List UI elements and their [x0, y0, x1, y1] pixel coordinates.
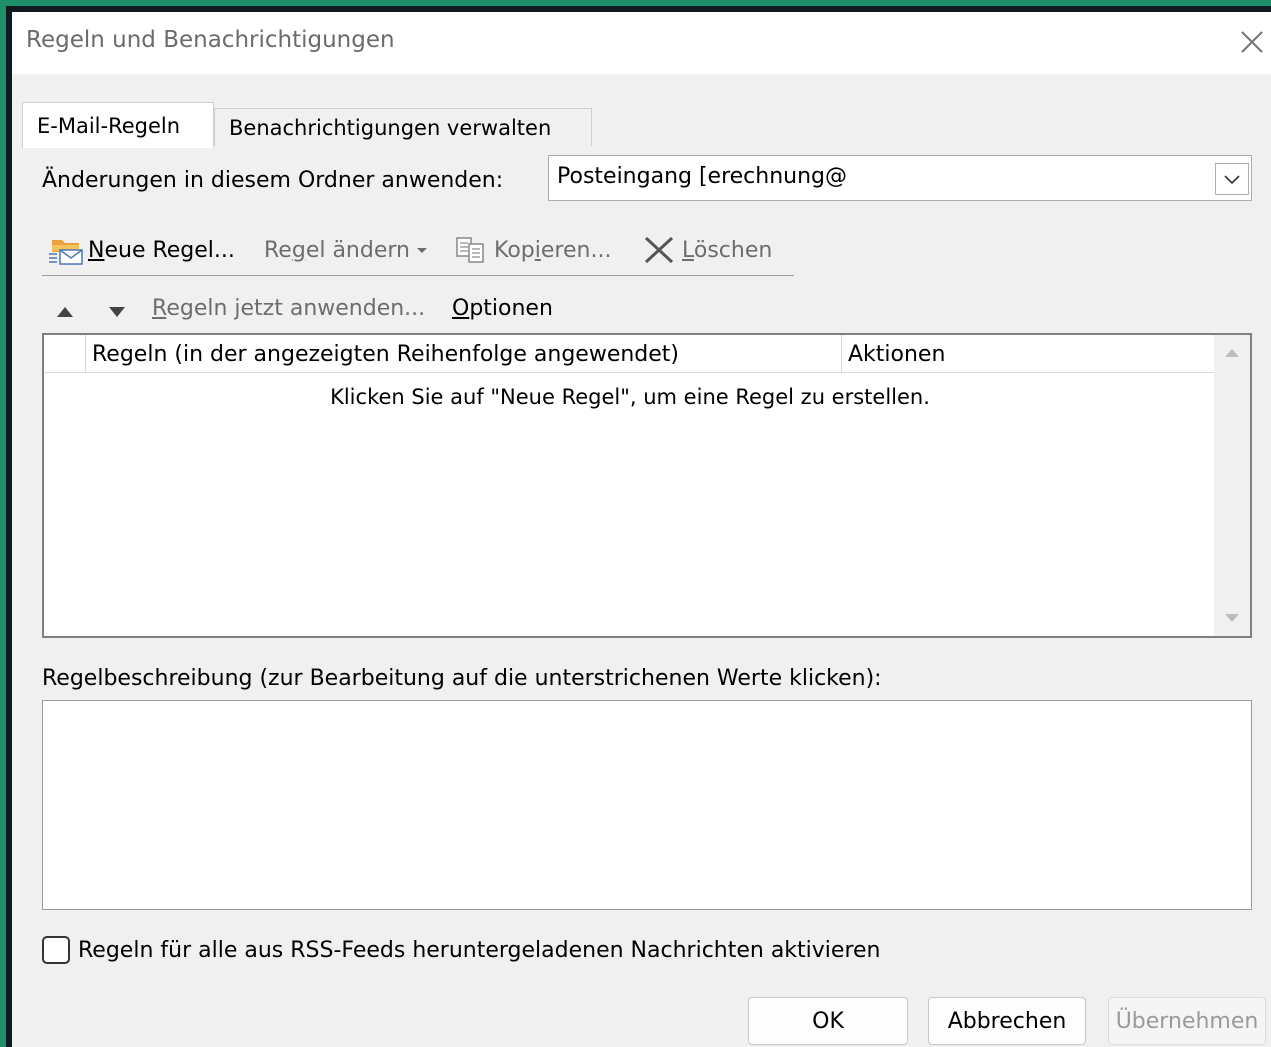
chevron-down-icon — [1224, 175, 1240, 185]
rules-dialog: Regeln und Benachrichtigungen Benachrich… — [12, 12, 1271, 1047]
copy-button[interactable]: Kopieren... — [454, 232, 611, 268]
delete-button[interactable]: Löschen — [642, 232, 772, 268]
rules-list-header: Regeln (in der angezeigten Reihenfolge a… — [44, 335, 1216, 373]
triangle-down-icon — [109, 307, 125, 317]
change-rule-label: Regel ändern — [264, 237, 410, 263]
folder-dropdown[interactable]: Posteingang [erechnung@ — [548, 155, 1252, 201]
rss-rules-option[interactable]: Regeln für alle aus RSS-Feeds herunterge… — [42, 934, 881, 966]
scroll-up-button[interactable] — [1214, 335, 1250, 371]
title-bar: Regeln und Benachrichtigungen — [12, 12, 1271, 74]
close-icon — [1241, 31, 1263, 53]
triangle-up-icon — [1225, 349, 1239, 357]
rss-rules-label: Regeln für alle aus RSS-Feeds herunterge… — [78, 937, 881, 963]
copy-label: Kopieren... — [494, 237, 612, 263]
ok-button[interactable]: OK — [748, 997, 908, 1045]
folder-label: Änderungen in diesem Ordner anwenden: — [42, 168, 504, 193]
chevron-down-icon — [416, 248, 427, 253]
triangle-down-icon — [1225, 614, 1239, 622]
apply-rules-now-link[interactable]: Regeln jetzt anwenden... — [152, 296, 425, 321]
new-rule-button[interactable]: Neue Regel... — [48, 232, 235, 268]
rules-list-scrollbar[interactable] — [1214, 335, 1250, 636]
rss-rules-checkbox[interactable] — [42, 936, 70, 964]
new-rule-label: Neue Regel... — [88, 237, 235, 263]
rules-toolbar: Neue Regel... Regel ändern Kopieren... L… — [42, 222, 794, 276]
empty-rules-message: Klicken Sie auf "Neue Regel", um eine Re… — [330, 385, 930, 409]
folder-value: Posteingang [erechnung@ — [557, 164, 848, 189]
triangle-up-icon — [57, 307, 73, 317]
options-link[interactable]: Optionen — [452, 296, 553, 321]
column-header-rules[interactable]: Regeln (in der angezeigten Reihenfolge a… — [86, 335, 842, 373]
column-header-checkbox[interactable] — [44, 335, 86, 373]
rule-description-label: Regelbeschreibung (zur Bearbeitung auf d… — [42, 666, 882, 691]
delete-x-icon — [644, 236, 674, 264]
copy-icon — [456, 237, 484, 263]
apply-button[interactable]: Übernehmen — [1108, 997, 1266, 1045]
cancel-button[interactable]: Abbrechen — [928, 997, 1086, 1045]
column-header-actions[interactable]: Aktionen — [842, 335, 1216, 373]
move-up-button[interactable] — [52, 300, 78, 324]
move-down-button[interactable] — [104, 300, 130, 324]
tab-notifications[interactable]: Benachrichtigungen verwalten — [214, 108, 592, 146]
tab-email-rules[interactable]: E-Mail-Regeln — [22, 102, 214, 148]
delete-label: Löschen — [682, 237, 773, 263]
rule-description-box[interactable] — [42, 700, 1252, 910]
rules-list[interactable]: Regeln (in der angezeigten Reihenfolge a… — [42, 333, 1252, 638]
scroll-down-button[interactable] — [1214, 600, 1250, 636]
change-rule-button[interactable]: Regel ändern — [264, 232, 429, 268]
close-button[interactable] — [1234, 22, 1270, 62]
window-title: Regeln und Benachrichtigungen — [26, 27, 395, 53]
new-rule-envelope-icon — [49, 240, 83, 265]
folder-dropdown-button[interactable] — [1215, 163, 1249, 195]
